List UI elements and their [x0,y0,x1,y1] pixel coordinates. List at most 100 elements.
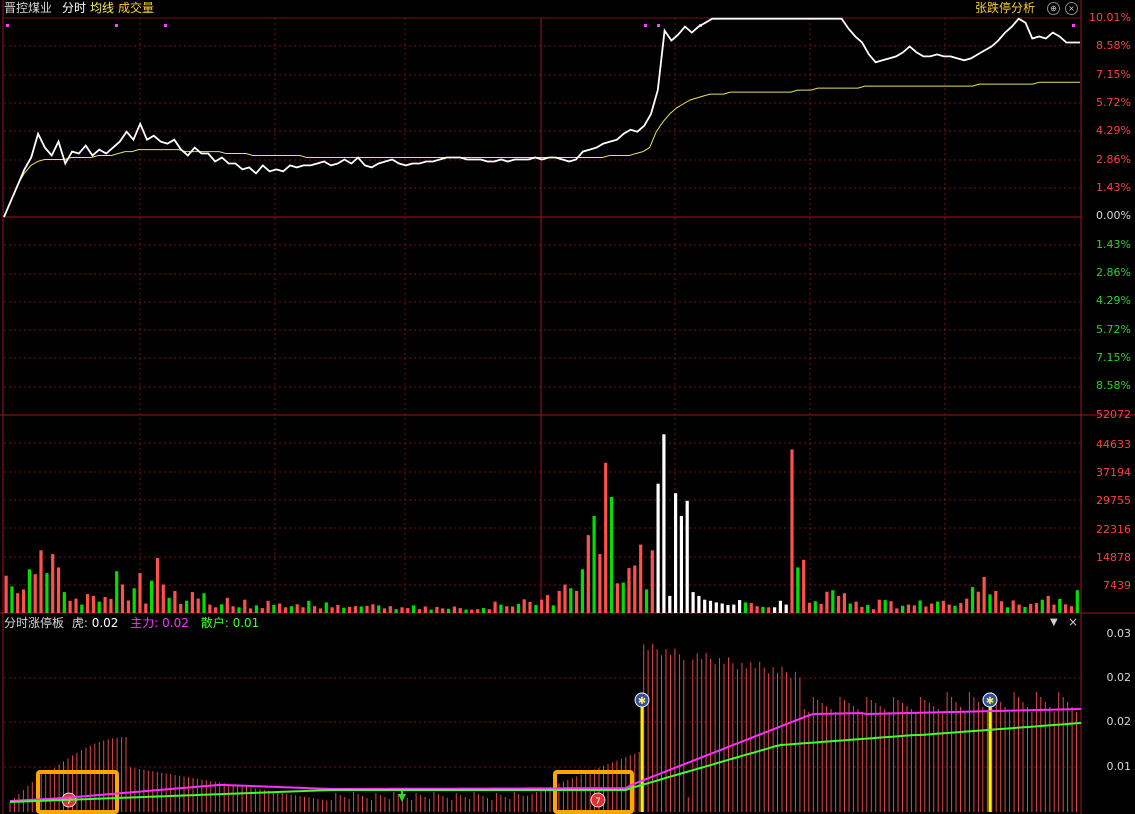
price-axis-label: 2.86% [1096,266,1131,279]
volume-bar [22,589,26,613]
avg-price-line [3,81,1080,218]
volume-bar [4,575,8,613]
volume-bar [45,573,49,613]
volume-bar [348,606,352,613]
volume-bar [691,592,695,613]
volume-bar [732,604,736,613]
volume-bar [382,608,387,613]
volume-bar [994,590,998,613]
limit-analysis-button[interactable]: 张跌停分析 [975,0,1035,17]
volume-bar [318,608,323,613]
down-arrow-icon [398,794,406,802]
volume-bar [1023,606,1027,613]
event-marker [644,24,647,27]
expand-icon[interactable]: ⊕ [1047,2,1060,15]
volume-bar [62,592,66,613]
volume-bar [901,605,905,613]
volume-bar [429,609,433,613]
volume-bar [295,604,299,613]
volume-bar [848,603,852,613]
volume-bar [208,604,212,613]
volume-bar [534,605,538,613]
volume-bar [1064,604,1068,613]
volume-bar [260,608,264,613]
volume-bar [650,550,654,613]
volume-bar [557,590,561,613]
volume-bar [1040,599,1044,613]
volume-bar [254,605,258,613]
volume-bar [970,587,975,613]
zhuli-value: 0.02 [162,616,189,630]
volume-bar [615,583,619,613]
volume-axis-label: 52072 [1096,408,1131,421]
volume-bar [190,592,194,613]
volume-bar [959,603,963,613]
volume-bar [796,567,800,613]
indicator-axis-label: 0.02 [1106,671,1132,684]
volume-bar [155,557,160,613]
volume-bar [97,601,101,613]
signal-badge-icon-glyph: ✱ [638,696,646,707]
indicator-bars: ✱ ✱7 7 [9,643,1077,814]
volume-bar [330,607,334,613]
indicator-axis-label: 0.02 [1106,715,1132,728]
close-indicator-icon[interactable]: × [1068,615,1078,629]
volume-bar [400,607,404,613]
volume-bar [219,604,224,613]
volume-bar [662,434,666,613]
volume-bar [592,516,596,613]
volume-bar [912,605,916,613]
volume-bar [27,569,31,613]
volume-bar [860,606,864,613]
volume-bar [56,567,61,613]
close-icon[interactable]: × [1065,2,1078,15]
sanhu-value: 0.01 [232,616,260,630]
volume-axis-label: 29755 [1096,494,1131,507]
volume-bar [895,608,899,613]
volume-bar [196,598,200,613]
volume-bar [10,586,14,613]
volume-bar [720,603,724,613]
volume-bar [161,584,165,613]
tab-intraday[interactable]: 分时 [62,0,86,17]
volume-bar [784,604,788,613]
volume-bar [91,595,95,613]
volume-bar [336,605,340,613]
event-marker [1072,24,1075,27]
volume-bar [924,606,928,613]
dropdown-icon[interactable]: ▼ [1050,617,1058,628]
volume-bar [580,569,584,613]
volume-bar [412,605,416,613]
price-axis-label: 7.15% [1096,68,1131,81]
stock-name: 晋控煤业 [4,1,53,15]
volume-bar [138,573,142,613]
volume-bar [173,590,177,613]
price-axis-label: 5.72% [1096,96,1131,109]
volume-bar [563,584,567,613]
volume-bar [714,602,718,613]
tab-avg-line[interactable]: 均线 [90,0,114,17]
volume-bar [33,574,37,613]
volume-bar [39,550,43,613]
indicator-title[interactable]: 分时涨停板 [4,616,64,630]
volume-bar [866,605,870,613]
volume-bar [458,608,462,613]
volume-bar [773,607,777,613]
volume-bar [243,599,247,613]
volume-axis-label: 37194 [1096,466,1131,479]
grid [0,0,1135,814]
volume-bar [342,607,346,613]
volume-bar [877,599,881,613]
zhuli-label: 主力: [130,616,159,630]
volume-bar [423,606,427,613]
volume-bar [237,607,241,613]
volume-bar [225,597,229,613]
price-axis-label: 5.72% [1096,323,1131,336]
volume-bar [417,609,421,613]
volume-bar [150,580,154,613]
tab-volume[interactable]: 成交量 [118,0,154,17]
volume-bar [505,606,509,613]
price-axis-label: 0.00% [1096,209,1131,222]
volume-bar [1000,601,1004,613]
volume-bar [545,595,550,613]
